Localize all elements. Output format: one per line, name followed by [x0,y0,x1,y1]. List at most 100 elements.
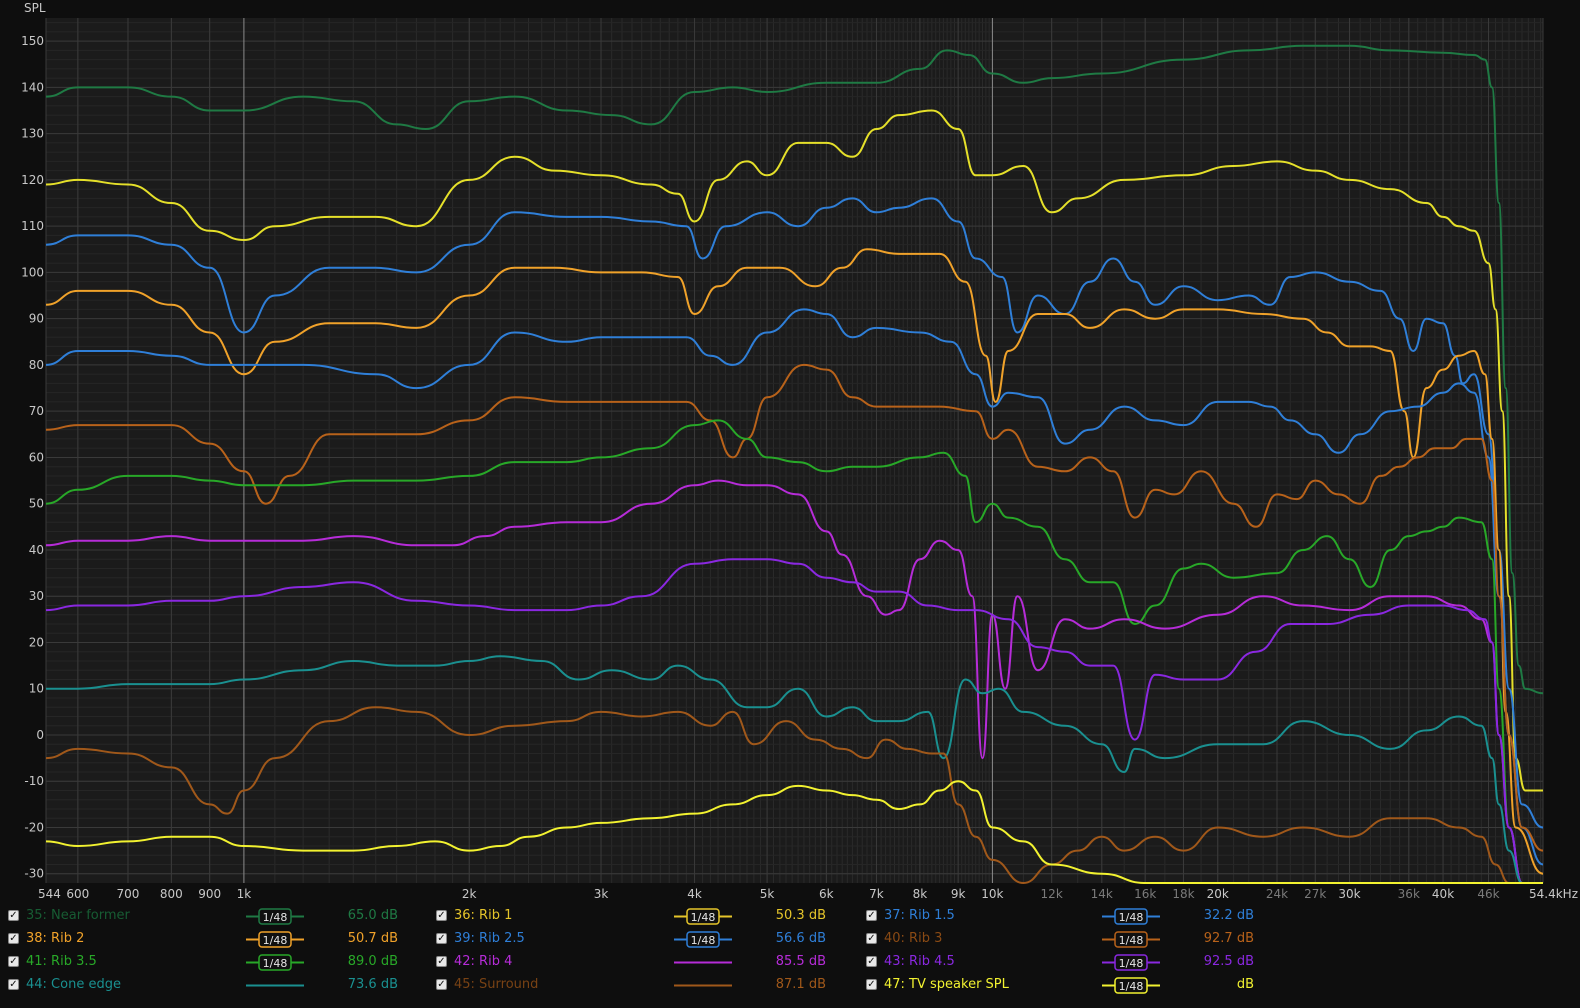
x-tick-label: 24k [1266,887,1288,901]
series-swatch[interactable]: 1/48 [1102,908,1160,925]
y-tick-label: 130 [21,127,44,141]
smoothing-badge: 1/48 [1119,957,1144,970]
smoothing-badge: 1/48 [691,934,716,947]
legend-item-37[interactable]: ✓ 37: Rib 1.5 [866,906,1066,929]
y-tick-label: 20 [29,635,44,649]
series-label: 41: Rib 3.5 [26,954,97,969]
legend-row: ✓ 38: Rib 2 1/48 50.7 dB ✓ 39: Rib 2.5 1/48 56.… [0,929,1580,952]
x-tick-label: 600 [66,887,89,901]
x-tick-label: 544 [38,887,61,901]
x-tick-label: 9k [951,887,966,901]
x-tick-label: 4k [687,887,702,901]
series-level-value: 73.6 dB [347,977,398,992]
x-tick-label: 12k [1041,887,1063,901]
y-tick-label: 110 [21,219,44,233]
spl-chart[interactable]: 1501401301201101009080706050403020100-10… [0,0,1580,906]
legend-item-41[interactable]: ✓ 41: Rib 3.5 [8,952,208,975]
y-tick-label: -10 [24,774,44,788]
y-tick-label: 10 [29,682,44,696]
legend-item-44[interactable]: ✓ 44: Cone edge [8,975,208,998]
series-level-value: 50.3 dB [775,908,826,923]
smoothing-badge: 1/48 [263,957,288,970]
smoothing-badge: 1/48 [1119,934,1144,947]
legend-item-42[interactable]: ✓ 42: Rib 4 [436,952,636,975]
x-tick-label: 8k [913,887,928,901]
x-tick-label: 700 [117,887,140,901]
series-swatch[interactable] [674,977,732,994]
series-level-value: 89.0 dB [347,954,398,969]
y-tick-label: 150 [21,34,44,48]
series-visibility-checkbox[interactable]: ✓ [8,979,19,990]
series-visibility-checkbox[interactable]: ✓ [436,910,447,921]
legend-item-45[interactable]: ✓ 45: Surround [436,975,636,998]
series-level-value: 87.1 dB [775,977,826,992]
series-level-value: 65.0 dB [347,908,398,923]
series-label: 44: Cone edge [26,977,121,992]
series-swatch[interactable]: 1/48 [1102,931,1160,948]
y-tick-label: 60 [29,450,44,464]
series-swatch[interactable]: 1/48 [246,954,304,971]
x-tick-label: 20k [1207,887,1229,901]
series-level-value: 92.5 dB [1203,954,1254,969]
legend-item-36[interactable]: ✓ 36: Rib 1 [436,906,636,929]
series-level-value: dB [1236,977,1254,992]
legend-item-43[interactable]: ✓ 43: Rib 4.5 [866,952,1066,975]
series-swatch[interactable]: 1/48 [674,908,732,925]
legend-item-39[interactable]: ✓ 39: Rib 2.5 [436,929,636,952]
legend-item-35[interactable]: ✓ 35: Near former [8,906,208,929]
series-visibility-checkbox[interactable]: ✓ [436,979,447,990]
x-tick-label: 46k [1477,887,1499,901]
x-tick-label: 900 [198,887,221,901]
series-label: 37: Rib 1.5 [884,908,955,923]
legend-row: ✓ 41: Rib 3.5 1/48 89.0 dB ✓ 42: Rib 4 85.5 dB… [0,952,1580,975]
x-tick-label: 10k [981,887,1003,901]
x-tick-label: 5k [760,887,775,901]
x-tick-label: 1k [237,887,252,901]
series-level-value: 50.7 dB [347,931,398,946]
legend-item-38[interactable]: ✓ 38: Rib 2 [8,929,208,952]
series-visibility-checkbox[interactable]: ✓ [866,933,877,944]
series-visibility-checkbox[interactable]: ✓ [436,956,447,967]
series-label: 40: Rib 3 [884,931,943,946]
series-visibility-checkbox[interactable]: ✓ [866,910,877,921]
y-axis-label: SPL [24,1,46,15]
series-swatch[interactable]: 1/48 [674,931,732,948]
smoothing-badge: 1/48 [1119,911,1144,924]
series-label: 43: Rib 4.5 [884,954,955,969]
x-tick-label: 7k [869,887,884,901]
y-tick-label: 120 [21,173,44,187]
y-tick-label: 80 [29,358,44,372]
series-visibility-checkbox[interactable]: ✓ [8,910,19,921]
legend-item-40[interactable]: ✓ 40: Rib 3 [866,929,1066,952]
series-swatch[interactable]: 1/48 [1102,977,1160,994]
y-tick-label: 70 [29,404,44,418]
x-tick-label: 30k [1338,887,1360,901]
series-label: 35: Near former [26,908,130,923]
smoothing-badge: 1/48 [263,934,288,947]
series-swatch[interactable] [246,977,304,994]
series-visibility-checkbox[interactable]: ✓ [866,956,877,967]
series-visibility-checkbox[interactable]: ✓ [8,956,19,967]
y-tick-label: -30 [24,867,44,881]
x-tick-label: 16k [1134,887,1156,901]
series-swatch[interactable]: 1/48 [246,908,304,925]
y-tick-label: 90 [29,312,44,326]
series-swatch[interactable]: 1/48 [1102,954,1160,971]
series-swatch[interactable] [674,954,732,971]
legend-row: ✓ 44: Cone edge 73.6 dB ✓ 45: Surround 87.1 d… [0,975,1580,998]
series-label: 42: Rib 4 [454,954,513,969]
series-visibility-checkbox[interactable]: ✓ [866,979,877,990]
x-tick-label: 54.4kHz [1529,887,1578,901]
y-tick-label: 40 [29,543,44,557]
y-tick-label: 100 [21,265,44,279]
x-tick-label: 36k [1398,887,1420,901]
legend-item-47[interactable]: ✓ 47: TV speaker SPL [866,975,1066,998]
series-label: 47: TV speaker SPL [884,977,1009,992]
series-level-value: 85.5 dB [775,954,826,969]
series-visibility-checkbox[interactable]: ✓ [8,933,19,944]
x-tick-label: 18k [1172,887,1194,901]
legend: ✓ 35: Near former 1/48 65.0 dB ✓ 36: Rib 1 1/4… [0,906,1580,1008]
series-swatch[interactable]: 1/48 [246,931,304,948]
x-tick-label: 3k [594,887,609,901]
series-visibility-checkbox[interactable]: ✓ [436,933,447,944]
